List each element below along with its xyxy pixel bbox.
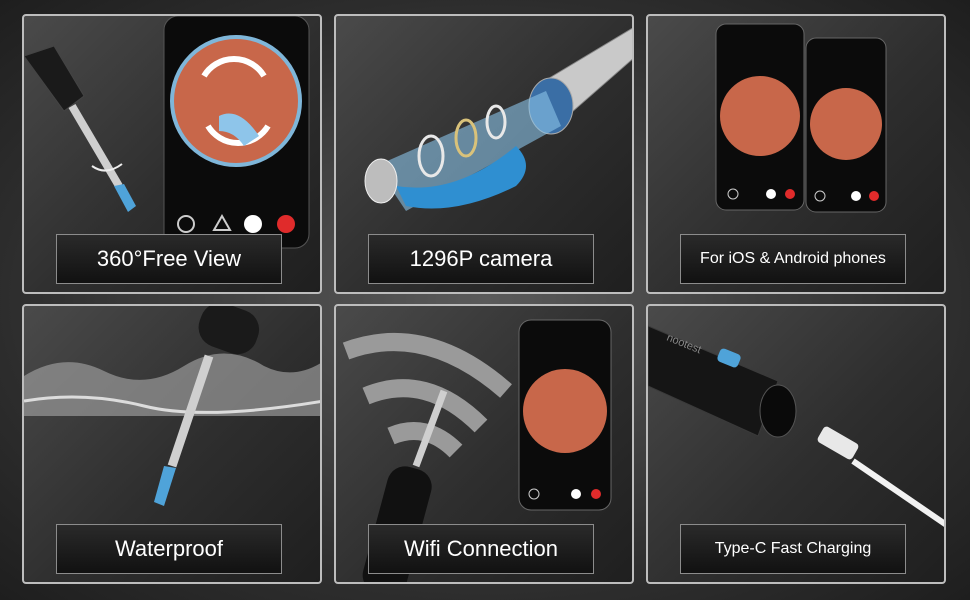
phone-icon [518,319,612,511]
feature-label: Type-C Fast Charging [680,524,906,574]
feature-label: 360°Free View [56,234,282,284]
panel-compatibility: For iOS & Android phones [646,14,946,294]
panel-camera: 1296P camera [334,14,634,294]
panel-wifi: Wifi Connection [334,304,634,584]
otoscope-handle: nootest [648,325,797,438]
panel-free-view: 360°Free View [22,14,322,294]
camera-lens-icon [364,27,632,211]
feature-label: For iOS & Android phones [680,234,906,284]
panel-charging: nootest Type-C Fast Charging [646,304,946,584]
feature-label: 1296P camera [368,234,594,284]
feature-label: Wifi Connection [368,524,594,574]
feature-label: Waterproof [56,524,282,574]
android-phone-icon [805,37,887,213]
record-icon[interactable] [277,215,295,233]
usb-c-cable-icon [817,426,944,527]
otoscope-probe [24,45,136,212]
phone-icon [163,16,310,249]
ios-phone-icon [715,23,805,211]
panel-waterproof: Waterproof [22,304,322,584]
shutter-icon[interactable] [244,215,262,233]
